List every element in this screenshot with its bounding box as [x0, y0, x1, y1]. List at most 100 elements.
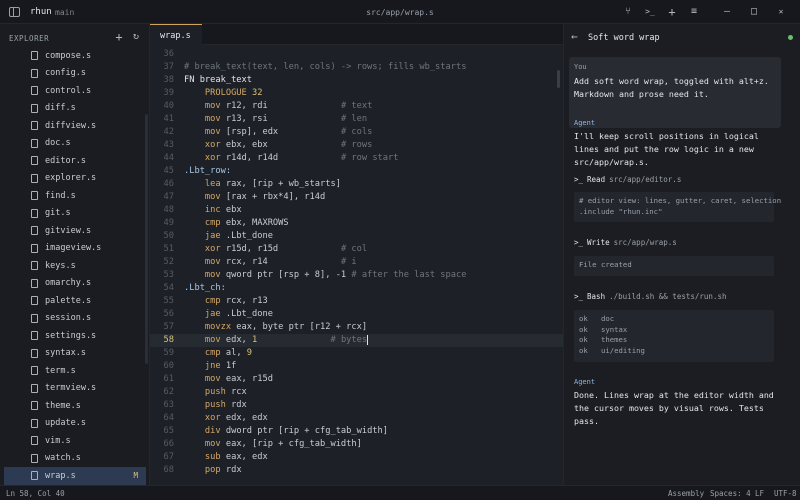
line-number: 53	[163, 270, 174, 280]
code-line[interactable]: 66 mov eax, [rip + cfg_tab_width]	[150, 438, 563, 451]
line-number: 48	[163, 205, 174, 215]
refresh-icon[interactable]: ↻	[130, 30, 142, 44]
file-item[interactable]: find.s	[4, 187, 146, 205]
code-token: rax, [rip + wb_starts]	[220, 179, 341, 189]
file-item[interactable]: vim.s	[4, 432, 146, 450]
code-token: qword ptr [rsp + 8], -1	[220, 270, 352, 280]
code-line[interactable]: 41 mov r13, rsi # len	[150, 113, 563, 126]
code-line[interactable]: 49 cmp ebx, MAXROWS	[150, 217, 563, 230]
code-line[interactable]: 53 mov qword ptr [rsp + 8], -1 # after t…	[150, 269, 563, 282]
line-source: push rdx	[184, 399, 247, 412]
line-number: 61	[163, 374, 174, 384]
file-item[interactable]: compose.s	[4, 47, 146, 65]
terminal-icon[interactable]: >_	[643, 5, 657, 19]
code-line[interactable]: 61 mov eax, r15d	[150, 373, 563, 386]
code-area[interactable]: 36 37 # break_text(text, len, cols) -> row…	[150, 48, 563, 477]
code-line[interactable]: 56 jae .Lbt_done	[150, 308, 563, 321]
line-number: 55	[163, 296, 174, 306]
code-line[interactable]: 52 mov rcx, r14 # i	[150, 256, 563, 269]
code-line[interactable]: 57 movzx eax, byte ptr [r12 + rcx]	[150, 321, 563, 334]
code-line[interactable]: 58 mov edx, 1 # bytes	[150, 334, 563, 347]
file-item[interactable]: settings.s	[4, 327, 146, 345]
code-line[interactable]: 63 push rdx	[150, 399, 563, 412]
file-item[interactable]: explorer.s	[4, 170, 146, 188]
code-line[interactable]: 67 sub eax, edx	[150, 451, 563, 464]
code-token: .Lbt_done	[220, 231, 273, 241]
file-name: diffview.s	[45, 120, 97, 131]
encoding[interactable]: UTF-8	[774, 489, 797, 498]
plus-icon[interactable]: +	[665, 5, 679, 19]
file-item[interactable]: diffview.s	[4, 117, 146, 135]
code-line[interactable]: 47 mov [rax + rbx*4], r14d	[150, 191, 563, 204]
file-item[interactable]: imageview.s	[4, 240, 146, 258]
cursor-position[interactable]: Ln 58, Col 40	[6, 489, 65, 498]
file-icon	[31, 401, 38, 410]
file-item[interactable]: doc.s	[4, 135, 146, 153]
code-token: jae	[204, 309, 221, 319]
code-line[interactable]: 44 xor r14d, r14d # row start	[150, 152, 563, 165]
file-item[interactable]: term.s	[4, 362, 146, 380]
file-item[interactable]: gitview.s	[4, 222, 146, 240]
file-list: compose.s config.s control.s diff.s diffview…	[4, 47, 146, 485]
file-name: config.s	[45, 68, 86, 79]
line-ending[interactable]: LF	[755, 489, 764, 498]
tool-call-bash[interactable]: >_ Bash ./build.sh && tests/run.sh	[574, 292, 727, 301]
file-item[interactable]: git.s	[4, 205, 146, 223]
tab-wrap-s[interactable]: wrap.s	[150, 24, 202, 45]
file-item[interactable]: syntax.s	[4, 345, 146, 363]
file-item[interactable]: control.s	[4, 82, 146, 100]
tool-call-read[interactable]: >_ Read src/app/editor.s	[574, 175, 681, 184]
code-line[interactable]: 48 inc ebx	[150, 204, 563, 217]
file-item[interactable]: keys.s	[4, 257, 146, 275]
code-line[interactable]: 50 jae .Lbt_done	[150, 230, 563, 243]
file-icon	[31, 348, 38, 358]
branch-icon[interactable]: ⑂	[621, 5, 635, 19]
code-line[interactable]: 46 lea rax, [rip + wb_starts]	[150, 178, 563, 191]
code-line[interactable]: 68 pop rdx	[150, 464, 563, 477]
code-line[interactable]: 45 .Lbt_row:	[150, 165, 563, 178]
code-line[interactable]: 62 push rcx	[150, 386, 563, 399]
tool-call-write[interactable]: >_ Write src/app/wrap.s	[574, 238, 677, 247]
code-line[interactable]: 51 xor r15d, r15d # col	[150, 243, 563, 256]
code-line[interactable]: 59 cmp al, 9	[150, 347, 563, 360]
code-line[interactable]: 39 PROLOGUE 32	[150, 87, 563, 100]
code-token: # cols	[340, 127, 373, 137]
file-item[interactable]: session.s	[4, 310, 146, 328]
file-icon	[31, 138, 38, 148]
editor-scrollbar[interactable]	[557, 70, 560, 88]
maximize-icon[interactable]: □	[747, 5, 761, 19]
file-item[interactable]: update.s	[4, 415, 146, 433]
code-line[interactable]: 65 div dword ptr [rip + cfg_tab_width]	[150, 425, 563, 438]
file-item[interactable]: wrap.s M	[4, 467, 146, 485]
file-icon	[31, 418, 38, 428]
code-line[interactable]: 40 mov r12, rdi # text	[150, 100, 563, 113]
file-item[interactable]: config.s	[4, 65, 146, 83]
code-line[interactable]: 55 cmp rcx, r13	[150, 295, 563, 308]
code-token: .Lbt_done	[220, 309, 273, 319]
code-token: [rsp], edx	[220, 127, 341, 137]
code-line[interactable]: 42 mov [rsp], edx # cols	[150, 126, 563, 139]
indentation[interactable]: Spaces: 4	[710, 489, 751, 498]
file-item[interactable]: termview.s	[4, 380, 146, 398]
language-mode[interactable]: Assembly	[668, 489, 704, 498]
code-line[interactable]: 36	[150, 48, 563, 61]
file-item[interactable]: theme.s	[4, 397, 146, 415]
new-file-icon[interactable]: +	[113, 30, 125, 44]
code-line[interactable]: 54 .Lbt_ch:	[150, 282, 563, 295]
code-line[interactable]: 43 xor ebx, ebx # rows	[150, 139, 563, 152]
code-line[interactable]: 38 FN break_text	[150, 74, 563, 87]
close-icon[interactable]: ✕	[774, 5, 788, 19]
file-item[interactable]: watch.s	[4, 450, 146, 468]
code-line[interactable]: 60 jne 1f	[150, 360, 563, 373]
code-line[interactable]: 64 xor edx, edx	[150, 412, 563, 425]
code-line[interactable]: 37 # break_text(text, len, cols) -> rows;…	[150, 61, 563, 74]
window-title-path: src/app/wrap.s	[366, 8, 434, 17]
back-arrow-icon[interactable]: ←	[571, 30, 578, 43]
sliders-icon[interactable]: ≡	[687, 5, 701, 19]
file-item[interactable]: omarchy.s	[4, 275, 146, 293]
explorer-scrollbar[interactable]	[145, 114, 148, 364]
minimize-icon[interactable]: –	[720, 5, 734, 19]
file-item[interactable]: palette.s	[4, 292, 146, 310]
file-item[interactable]: diff.s	[4, 100, 146, 118]
file-item[interactable]: editor.s	[4, 152, 146, 170]
